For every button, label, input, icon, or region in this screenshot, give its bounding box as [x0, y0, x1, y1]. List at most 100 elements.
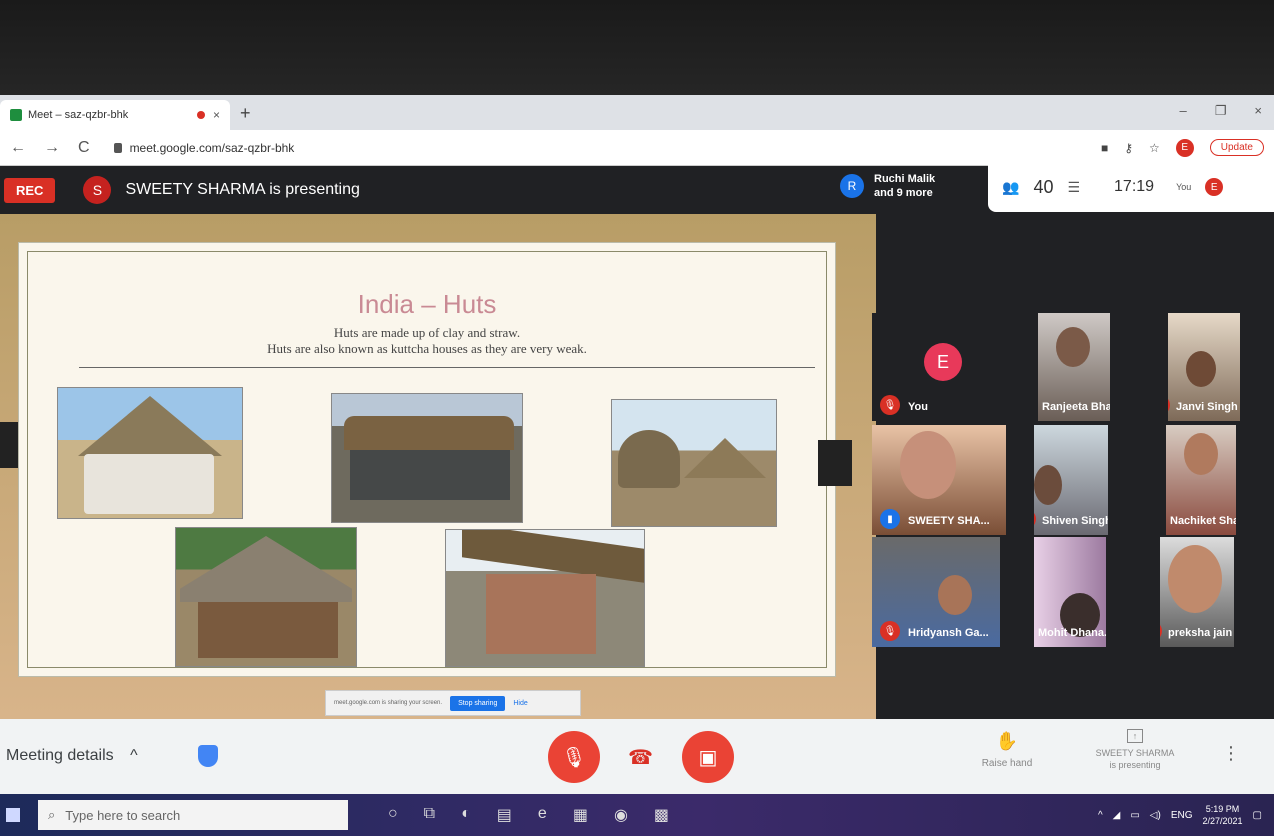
present-screen-icon: ↑ — [1127, 729, 1143, 743]
participant-name: Ranjeeta Bhat... — [1042, 401, 1110, 413]
camera-off-icon: ▣ — [698, 746, 718, 769]
participant-tile-you[interactable]: E 🎙 You — [872, 313, 1022, 421]
camera-toggle-button[interactable]: ▣ — [682, 731, 734, 783]
participant-tile[interactable]: 🎙 Mohit Dhana... — [1034, 537, 1106, 647]
participant-tile[interactable]: 🎙 Hridyansh Ga... — [872, 537, 1000, 647]
reload-button[interactable]: C — [78, 139, 90, 157]
slide-title: India – Huts — [357, 289, 497, 319]
key-icon[interactable]: ⚷ — [1124, 141, 1133, 155]
mic-off-icon: 🎙 — [880, 395, 900, 415]
search-placeholder: Type here to search — [65, 807, 181, 823]
update-button[interactable]: Update — [1209, 139, 1264, 156]
volume-icon[interactable]: ◁) — [1150, 810, 1161, 821]
back-button[interactable]: ← — [10, 139, 26, 157]
recording-dot-icon — [196, 111, 205, 119]
taskbar-search-input[interactable]: ⌕ Type here to search — [38, 800, 348, 830]
participant-name: preksha jain — [1168, 627, 1233, 639]
self-avatar: E — [1205, 178, 1224, 196]
chrome-icon[interactable]: ◉ — [614, 805, 628, 825]
raise-hand-label: Raise hand — [981, 758, 1033, 769]
tab-meet[interactable]: Meet – saz-qzbr-bhk × — [0, 100, 230, 130]
participant-tile[interactable]: 🎙 Ranjeeta Bhat... — [1038, 313, 1110, 421]
meet-icon — [10, 109, 22, 121]
slide-subtitle: Huts are made up of clay and straw. Huts… — [19, 325, 835, 357]
forward-button[interactable]: → — [44, 139, 60, 157]
hang-up-button[interactable]: ☎ — [628, 745, 653, 770]
monitor-bezel — [0, 0, 1274, 95]
meeting-details-button[interactable]: Meeting details ^ — [6, 747, 138, 765]
restore-button[interactable]: ❐ — [1215, 103, 1227, 119]
profile-avatar[interactable]: E — [1175, 138, 1194, 157]
participant-name: You — [908, 401, 928, 413]
slide-line-2: Huts are also known as kuttcha houses as… — [267, 341, 587, 356]
shield-icon[interactable] — [198, 745, 218, 767]
participant-avatar: R — [840, 174, 864, 198]
participant-tile[interactable]: 🎙 preksha jain — [1160, 537, 1234, 647]
hand-icon: ✋ — [995, 731, 1019, 751]
participant-name: Hridyansh Ga... — [908, 627, 989, 639]
tab-close-button[interactable]: × — [213, 108, 220, 122]
recording-badge: REC — [4, 177, 56, 203]
file-explorer-icon[interactable]: ▤ — [497, 805, 512, 825]
participant-count: 40 — [1033, 176, 1054, 197]
hide-sharing-bar-button[interactable]: Hide — [513, 700, 527, 707]
presentation-slide: India – Huts Huts are made up of clay an… — [18, 242, 836, 716]
participant-tile[interactable]: 🎙 Shiven Singh — [1034, 425, 1108, 535]
right-panel-handle[interactable] — [818, 440, 852, 486]
presenting-suffix: is presenting — [1109, 760, 1161, 770]
participant-tile[interactable]: ▮ SWEETY SHA... — [872, 425, 1006, 535]
address-bar-actions: ■ ⚷ ☆ E Update — [1101, 138, 1264, 157]
notifications-icon[interactable]: ▢ — [1253, 810, 1262, 821]
edge-icon[interactable]: ◐ — [461, 805, 471, 825]
language-indicator[interactable]: ENG — [1171, 810, 1193, 821]
hut-photo-2 — [331, 393, 523, 523]
close-window-button[interactable]: × — [1254, 103, 1262, 119]
more-options-button[interactable]: ⋮ — [1222, 743, 1240, 764]
tray-chevron-icon[interactable]: ^ — [1098, 810, 1103, 821]
hut-photo-3 — [611, 399, 777, 527]
network-icon[interactable]: ◢ — [1113, 810, 1121, 821]
hut-photo-4 — [175, 527, 357, 667]
windows-start-icon[interactable] — [6, 808, 20, 822]
participant-tile[interactable]: 🎙 Janvi Singh — [1168, 313, 1240, 421]
taskbar-clock[interactable]: 5:19 PM 2/27/2021 — [1203, 803, 1243, 827]
task-view-icon[interactable]: ⧉ — [424, 805, 435, 825]
url-field[interactable]: meet.google.com/saz-qzbr-bhk — [113, 141, 294, 155]
people-icon[interactable]: 👥 — [1002, 179, 1019, 196]
camera-icon[interactable]: ■ — [1101, 141, 1108, 155]
meeting-clock: 17:19 — [1114, 178, 1155, 195]
hut-photo-5 — [445, 529, 645, 667]
clock-date: 2/27/2021 — [1202, 816, 1243, 826]
tab-bar: Meet – saz-qzbr-bhk × + – ❐ × — [0, 95, 1274, 130]
stop-sharing-button[interactable]: Stop sharing — [450, 695, 506, 711]
participant-name: Shiven Singh — [1042, 515, 1108, 527]
meeting-info-box: 👥 40 ☰ 17:19 You E — [988, 162, 1274, 212]
lock-icon — [113, 142, 122, 153]
presenting-status[interactable]: ↑ SWEETY SHARMA is presenting — [1080, 729, 1190, 771]
presenter-avatar: S — [83, 176, 112, 204]
sharing-status-text: meet.google.com is sharing your screen. — [334, 700, 443, 706]
tab-title: Meet – saz-qzbr-bhk — [28, 109, 129, 121]
participant-name: Janvi Singh — [1176, 401, 1238, 413]
meeting-details-label: Meeting details — [6, 747, 114, 764]
cortana-icon[interactable]: ○ — [388, 805, 398, 825]
store-icon[interactable]: ▦ — [573, 805, 588, 825]
other-participants-chip[interactable]: R Ruchi Malik and 9 more — [840, 172, 935, 200]
minimize-button[interactable]: – — [1180, 103, 1187, 119]
internet-explorer-icon[interactable]: e — [538, 805, 547, 825]
chat-icon[interactable]: ☰ — [1067, 179, 1080, 196]
system-tray: ^ ◢ ▭ ◁) ENG 5:19 PM 2/27/2021 ▢ — [1098, 803, 1262, 827]
participant-name: SWEETY SHA... — [908, 515, 990, 527]
star-icon[interactable]: ☆ — [1149, 141, 1160, 155]
participant-name: Nachiket Sha... — [1170, 515, 1236, 527]
excel-icon[interactable]: ▩ — [654, 805, 669, 825]
raise-hand-button[interactable]: ✋ Raise hand — [972, 731, 1042, 769]
microphone-toggle-button[interactable]: 🎙 — [548, 731, 600, 783]
participant-avatar: E — [924, 343, 962, 381]
screen: Meet – saz-qzbr-bhk × + – ❐ × ← → C meet… — [0, 95, 1274, 836]
others-count: and 9 more — [874, 187, 933, 199]
participant-tile[interactable]: 🎙 Nachiket Sha... — [1166, 425, 1236, 535]
new-tab-button[interactable]: + — [240, 103, 251, 124]
mic-off-icon: 🎙 — [561, 746, 587, 769]
battery-icon[interactable]: ▭ — [1130, 810, 1139, 821]
